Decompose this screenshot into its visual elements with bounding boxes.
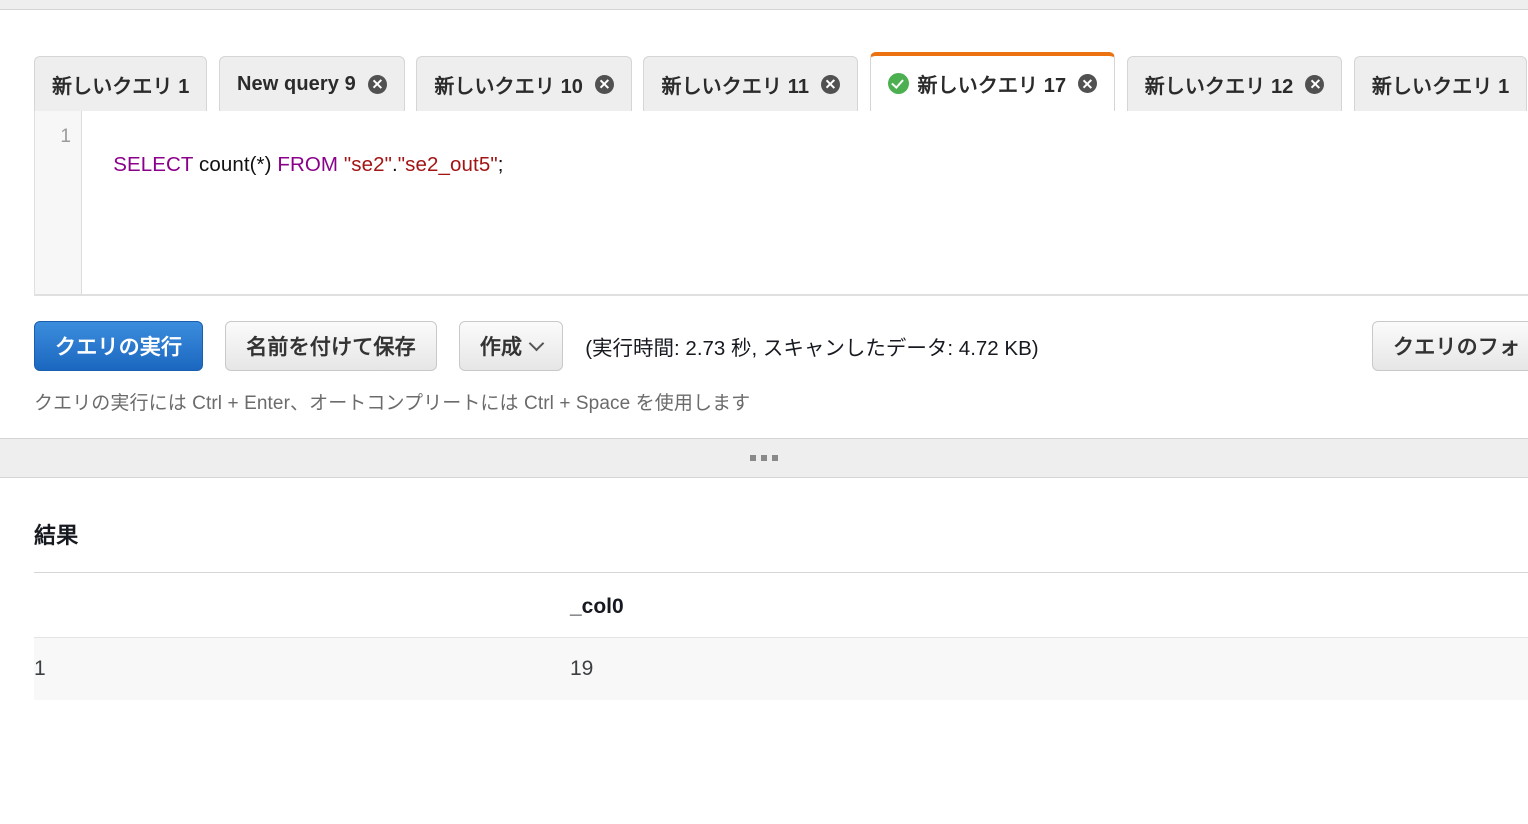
close-icon[interactable] bbox=[1078, 74, 1098, 93]
cell-col0: 19 bbox=[570, 637, 1528, 700]
query-tab-1[interactable]: New query 9 bbox=[218, 56, 405, 111]
results-pane: 結果 _col0 1 19 bbox=[0, 518, 1528, 700]
editor-code-area[interactable]: SELECT count(*) FROM "se2"."se2_out5"; bbox=[82, 111, 1528, 294]
keyboard-shortcut-hint: クエリの実行には Ctrl + Enter、オートコンプリートには Ctrl +… bbox=[34, 393, 751, 414]
run-query-button[interactable]: クエリの実行 bbox=[34, 321, 204, 371]
query-tab-label: 新しいクエリ 1 bbox=[52, 75, 190, 98]
window-top-strip bbox=[0, 0, 1528, 10]
query-tab-label: 新しいクエリ 12 bbox=[1144, 75, 1294, 98]
column-header-col0: _col0 bbox=[570, 573, 1528, 638]
cell-row-index: 1 bbox=[34, 637, 570, 700]
close-icon[interactable] bbox=[595, 74, 615, 94]
editor-action-bar: クエリの実行 名前を付けて保存 作成 (実行時間: 2.73 秒, スキャンした… bbox=[0, 318, 1528, 374]
close-icon[interactable] bbox=[367, 74, 387, 94]
results-heading: 結果 bbox=[34, 523, 79, 548]
close-icon[interactable] bbox=[1305, 74, 1325, 94]
query-tab-label: 新しいクエリ 11 bbox=[661, 75, 810, 98]
table-header-row: _col0 bbox=[34, 573, 1528, 638]
query-tab-label: 新しいクエリ 10 bbox=[434, 75, 584, 98]
query-tab-3[interactable]: 新しいクエリ 11 bbox=[643, 56, 859, 111]
sql-statement: SELECT count(*) FROM "se2"."se2_out5"; bbox=[113, 153, 504, 176]
pane-splitter[interactable] bbox=[0, 438, 1528, 478]
close-icon[interactable] bbox=[821, 74, 841, 94]
results-table: _col0 1 19 bbox=[34, 573, 1528, 700]
query-tab-0[interactable]: 新しいクエリ 1 bbox=[34, 56, 208, 111]
query-tab-label: New query 9 bbox=[236, 72, 356, 95]
create-dropdown-button[interactable]: 作成 bbox=[458, 321, 564, 371]
create-label: 作成 bbox=[479, 336, 523, 359]
query-tab-4-active[interactable]: 新しいクエリ 17 bbox=[869, 52, 1116, 111]
query-tab-6[interactable]: 新しいクエリ 1 bbox=[1353, 56, 1528, 111]
sql-editor[interactable]: 1 SELECT count(*) FROM "se2"."se2_out5"; bbox=[34, 111, 1528, 295]
query-tab-2[interactable]: 新しいクエリ 10 bbox=[416, 56, 633, 111]
query-tab-5[interactable]: 新しいクエリ 12 bbox=[1126, 56, 1343, 111]
table-row: 1 19 bbox=[34, 637, 1528, 700]
editor-bottom-divider bbox=[34, 295, 1528, 296]
editor-line-numbers: 1 bbox=[35, 111, 82, 294]
save-as-button[interactable]: 名前を付けて保存 bbox=[225, 321, 437, 371]
format-query-button[interactable]: クエリのフォ bbox=[1372, 321, 1528, 371]
column-header-index bbox=[34, 573, 570, 638]
chevron-down-icon bbox=[528, 335, 545, 351]
query-tab-label: 新しいクエリ 1 bbox=[1371, 75, 1510, 98]
line-number: 1 bbox=[60, 126, 71, 147]
splitter-grip-icon[interactable] bbox=[750, 455, 778, 461]
query-tab-bar: 新しいクエリ 1 New query 9 新しいクエリ 10 新しいクエリ 11… bbox=[0, 10, 1528, 111]
success-check-icon bbox=[887, 73, 909, 94]
execution-stats: (実行時間: 2.73 秒, スキャンしたデータ: 4.72 KB) bbox=[585, 337, 1039, 360]
query-tab-label: 新しいクエリ 17 bbox=[917, 75, 1067, 97]
